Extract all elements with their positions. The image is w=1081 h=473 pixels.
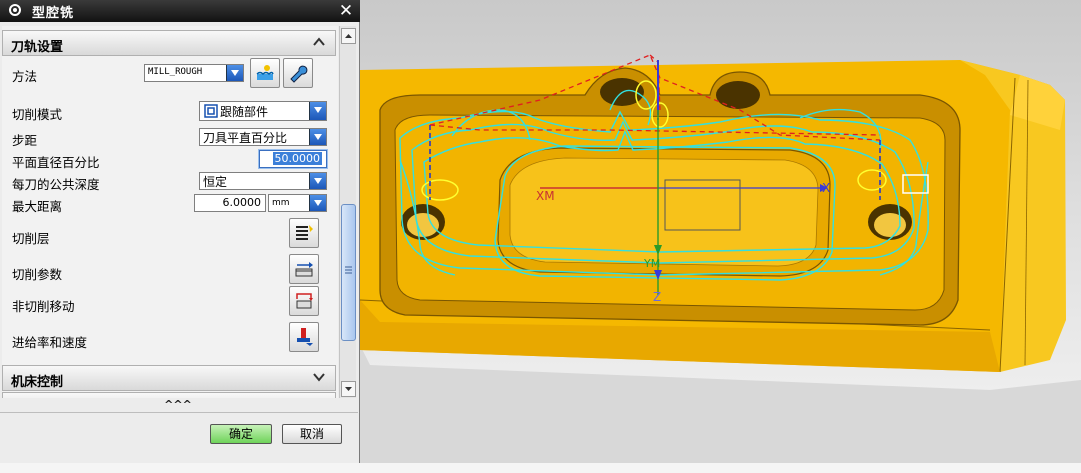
- close-button[interactable]: ✕: [336, 1, 356, 21]
- axis-xm-label: XM: [536, 189, 555, 203]
- dialog-title-bar[interactable]: 型腔铣 ✕: [0, 0, 360, 22]
- section-toolpath-settings[interactable]: 刀轨设置: [2, 30, 336, 56]
- chevron-down-icon[interactable]: [311, 369, 327, 385]
- cut-pattern-select[interactable]: 跟随部件: [199, 101, 327, 121]
- common-depth-select[interactable]: 恒定: [199, 172, 327, 190]
- grip-icon: [345, 266, 352, 274]
- max-distance-label: 最大距离: [12, 199, 63, 214]
- feeds-speeds-label: 进给率和速度: [12, 335, 88, 350]
- part-model-view[interactable]: XM X YM Z: [360, 0, 1081, 463]
- cut-levels-button[interactable]: [289, 218, 319, 248]
- wrench-button[interactable]: [283, 58, 313, 88]
- chevron-down-icon[interactable]: [309, 129, 326, 145]
- max-distance-input[interactable]: 6.0000: [194, 194, 266, 212]
- cavity-mill-dialog: 型腔铣 ✕ 刀轨设置 方法 MILL_ROUGH 切削模式 跟随部件 步距 刀具…: [0, 0, 360, 463]
- section-title: 机床控制: [11, 375, 64, 390]
- expand-dialog-toggle[interactable]: ^^^: [2, 398, 354, 412]
- method-label: 方法: [12, 69, 38, 84]
- non-cutting-moves-icon: [296, 293, 313, 309]
- status-strip: [0, 463, 1081, 473]
- follow-part-icon: [204, 104, 218, 118]
- dialog-scroll-area: 刀轨设置 方法 MILL_ROUGH 切削模式 跟随部件 步距 刀具平直百分比 …: [2, 26, 338, 398]
- chevron-down-icon[interactable]: [309, 173, 326, 189]
- axis-ym-label: YM: [643, 257, 660, 270]
- dialog-title: 型腔铣: [32, 6, 75, 21]
- dialog-footer: 确定 取消: [0, 412, 358, 449]
- cancel-button[interactable]: 取消: [282, 424, 342, 444]
- axis-x-label: X: [822, 181, 830, 195]
- max-distance-unit-select[interactable]: mm: [268, 194, 327, 212]
- non-cutting-moves-button[interactable]: [289, 286, 319, 316]
- feeds-speeds-button[interactable]: [289, 322, 319, 352]
- stepover-select[interactable]: 刀具平直百分比: [199, 128, 327, 146]
- method-machining-icon: [256, 65, 274, 80]
- chevron-up-icon[interactable]: [311, 34, 327, 50]
- section-title: 刀轨设置: [11, 40, 64, 55]
- common-depth-label: 每刀的公共深度: [12, 177, 100, 192]
- flat-diameter-label: 平面直径百分比: [12, 155, 100, 170]
- cut-pattern-label: 切削模式: [12, 107, 63, 122]
- chevron-down-icon[interactable]: [226, 65, 243, 81]
- feeds-speeds-icon: [297, 328, 313, 346]
- graphics-viewport[interactable]: XM X YM Z: [360, 0, 1081, 463]
- cut-levels-icon: [296, 225, 313, 240]
- chevron-down-icon: [345, 387, 352, 391]
- method-select[interactable]: MILL_ROUGH: [144, 64, 244, 82]
- wrench-icon: [290, 65, 308, 83]
- chevron-up-icon: [345, 34, 352, 38]
- axis-z-label: Z: [653, 290, 661, 304]
- dialog-scrollbar[interactable]: [339, 26, 356, 398]
- cut-levels-label: 切削层: [12, 231, 50, 246]
- cut-params-label: 切削参数: [12, 267, 63, 282]
- flat-diameter-input[interactable]: 50.0000: [259, 150, 327, 168]
- ok-button[interactable]: 确定: [210, 424, 272, 444]
- non-cutting-moves-label: 非切削移动: [12, 299, 75, 314]
- scroll-down-button[interactable]: [341, 381, 356, 397]
- cut-params-button[interactable]: [289, 254, 319, 284]
- stepover-label: 步距: [12, 133, 38, 148]
- section-machine-control[interactable]: 机床控制: [2, 365, 336, 391]
- scroll-thumb[interactable]: [341, 204, 356, 341]
- cut-params-icon: [295, 262, 313, 277]
- scroll-up-button[interactable]: [341, 28, 356, 44]
- gear-icon: [9, 4, 21, 16]
- chevron-down-icon[interactable]: [309, 102, 326, 120]
- chevron-down-icon[interactable]: [309, 195, 326, 211]
- edit-method-button[interactable]: [250, 58, 280, 88]
